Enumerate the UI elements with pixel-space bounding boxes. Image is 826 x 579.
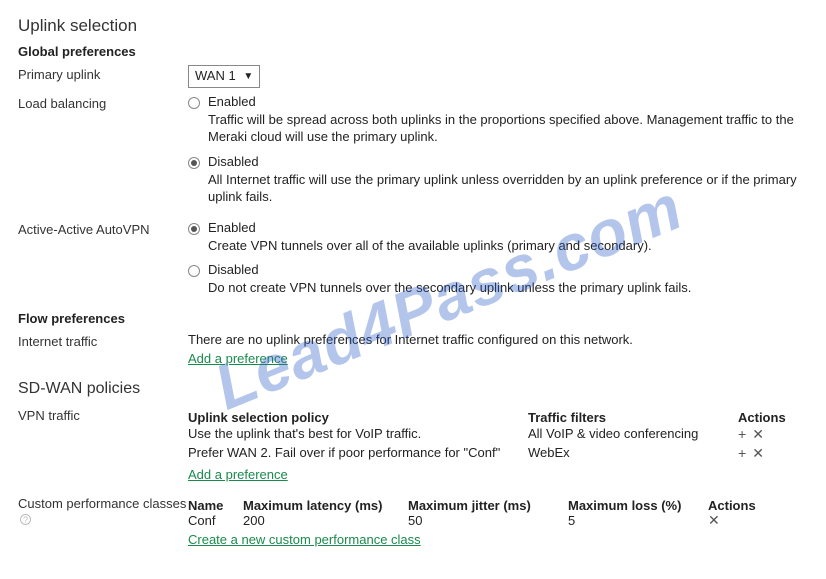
internet-traffic-label: Internet traffic <box>18 332 188 349</box>
primary-uplink-value: WAN 1 <box>195 68 236 83</box>
load-balancing-enabled-radio[interactable] <box>188 97 200 109</box>
perf-col-loss: Maximum loss (%) <box>568 498 708 513</box>
primary-uplink-select[interactable]: WAN 1 ▼ <box>188 65 260 88</box>
flow-prefs-heading: Flow preferences <box>18 311 808 326</box>
sdwan-heading: SD-WAN policies <box>18 380 808 398</box>
add-vpn-preference-link[interactable]: Add a preference <box>188 467 288 482</box>
delete-icon[interactable]: ✕ <box>752 427 764 441</box>
policy-row: Prefer WAN 2. Fail over if poor performa… <box>188 444 808 463</box>
vpn-traffic-label: VPN traffic <box>18 406 188 423</box>
filter-text: WebEx <box>528 444 738 463</box>
active-active-label: Active-Active AutoVPN <box>18 220 188 237</box>
active-active-disabled-radio[interactable] <box>188 265 200 277</box>
filter-text: All VoIP & video conferencing <box>528 425 738 444</box>
add-icon[interactable]: + <box>738 427 746 441</box>
chevron-down-icon: ▼ <box>243 68 253 86</box>
perf-latency: 200 <box>243 513 408 528</box>
perf-col-actions: Actions <box>708 498 778 513</box>
delete-icon[interactable]: ✕ <box>708 513 720 527</box>
perf-jitter: 50 <box>408 513 568 528</box>
policy-row: Use the uplink that's best for VoIP traf… <box>188 425 808 444</box>
load-balancing-enabled-label: Enabled <box>208 94 256 109</box>
perf-col-name: Name <box>188 498 243 513</box>
active-active-enabled-label: Enabled <box>208 220 256 235</box>
load-balancing-disabled-radio[interactable] <box>188 157 200 169</box>
policy-text: Use the uplink that's best for VoIP traf… <box>188 425 528 444</box>
add-icon[interactable]: + <box>738 446 746 460</box>
load-balancing-label: Load balancing <box>18 94 188 111</box>
active-active-enabled-desc: Create VPN tunnels over all of the avail… <box>208 237 808 255</box>
active-active-disabled-label: Disabled <box>208 262 259 277</box>
perf-loss: 5 <box>568 513 708 528</box>
load-balancing-enabled-desc: Traffic will be spread across both uplin… <box>208 111 808 146</box>
col-header-policy: Uplink selection policy <box>188 410 528 425</box>
create-perf-class-link[interactable]: Create a new custom performance class <box>188 532 421 547</box>
perf-col-latency: Maximum latency (ms) <box>243 498 408 513</box>
load-balancing-disabled-label: Disabled <box>208 154 259 169</box>
col-header-filters: Traffic filters <box>528 410 738 425</box>
perf-col-jitter: Maximum jitter (ms) <box>408 498 568 513</box>
global-prefs-heading: Global preferences <box>18 44 808 59</box>
page-title: Uplink selection <box>18 16 808 36</box>
perf-name: Conf <box>188 513 243 528</box>
policy-text: Prefer WAN 2. Fail over if poor performa… <box>188 444 528 463</box>
active-active-enabled-radio[interactable] <box>188 223 200 235</box>
custom-perf-label: Custom performance classes ? <box>18 494 188 526</box>
delete-icon[interactable]: ✕ <box>752 446 764 460</box>
load-balancing-disabled-desc: All Internet traffic will use the primar… <box>208 171 808 206</box>
internet-traffic-message: There are no uplink preferences for Inte… <box>188 332 808 347</box>
add-internet-preference-link[interactable]: Add a preference <box>188 351 288 366</box>
col-header-actions: Actions <box>738 410 808 425</box>
perf-row: Conf 200 50 5 ✕ <box>188 513 808 528</box>
active-active-disabled-desc: Do not create VPN tunnels over the secon… <box>208 279 808 297</box>
help-icon[interactable]: ? <box>20 514 31 525</box>
primary-uplink-label: Primary uplink <box>18 65 188 82</box>
